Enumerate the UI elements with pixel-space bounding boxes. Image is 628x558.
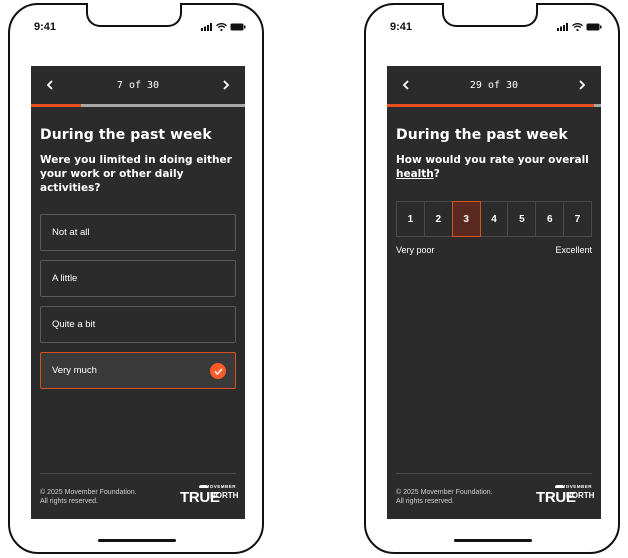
answer-option-label: Not at all <box>52 227 90 238</box>
battery-icon <box>586 23 602 31</box>
question-prefix: How would you rate your overall <box>396 154 589 166</box>
chevron-left-icon <box>402 80 409 90</box>
question-counter: 7 of 30 <box>116 79 160 91</box>
progress-fill <box>387 104 594 107</box>
scale-min-label: Very poor <box>396 245 435 255</box>
battery-icon <box>230 23 246 31</box>
rating-option[interactable]: 6 <box>535 201 565 237</box>
status-time: 9:41 <box>390 21 413 33</box>
checkmark-icon <box>210 363 226 379</box>
question-suffix: ? <box>433 168 440 180</box>
copyright-line: All rights reserved. <box>40 498 98 505</box>
survey-screen: 29 of 30 During the past week How would … <box>387 66 601 519</box>
rating-option[interactable]: 2 <box>423 201 453 237</box>
question-counter: 29 of 30 <box>469 79 519 91</box>
chevron-right-icon <box>579 80 586 90</box>
question-text: How would you rate your overall health? <box>396 153 592 181</box>
copyright-line: © 2025 Movember Foundation. <box>40 489 137 496</box>
phone-notch <box>86 3 182 27</box>
progress-fill <box>31 104 81 107</box>
status-time: 9:41 <box>34 21 57 33</box>
rating-scale: 1 2 3 4 5 6 7 <box>396 201 593 237</box>
question-nav: 29 of 30 <box>387 66 601 104</box>
rating-option[interactable]: 5 <box>507 201 537 237</box>
answer-option[interactable]: Quite a bit <box>40 306 236 343</box>
answer-option-label: Very much <box>52 365 97 376</box>
wifi-icon <box>216 23 227 31</box>
status-icons <box>557 21 602 33</box>
home-indicator <box>454 539 532 542</box>
chevron-right-icon <box>223 80 230 90</box>
footer: © 2025 Movember Foundation. All rights r… <box>396 473 594 506</box>
question-nav: 7 of 30 <box>31 66 245 104</box>
answer-option-label: A little <box>52 273 78 284</box>
footer: © 2025 Movember Foundation. All rights r… <box>40 473 238 506</box>
health-link[interactable]: health <box>396 168 434 180</box>
scale-max-label: Excellent <box>555 245 592 255</box>
progress-bar <box>387 104 601 107</box>
next-question-button[interactable] <box>211 66 241 104</box>
next-question-button[interactable] <box>567 66 597 104</box>
answer-option-selected[interactable]: Very much <box>40 352 236 389</box>
survey-screen: 7 of 30 During the past week Were you li… <box>31 66 245 519</box>
copyright: © 2025 Movember Foundation. All rights r… <box>40 488 137 506</box>
chevron-left-icon <box>46 80 53 90</box>
copyright-line: © 2025 Movember Foundation. <box>396 489 493 496</box>
wifi-icon <box>572 23 583 31</box>
signal-icon <box>201 23 212 31</box>
section-heading: During the past week <box>40 127 212 143</box>
answer-options: Not at all A little Quite a bit Very muc… <box>40 214 236 389</box>
question-text: Were you limited in doing either your wo… <box>40 154 232 194</box>
brand-logo: MOVEMBER TRUE NORTH <box>180 484 239 508</box>
rating-option[interactable]: 1 <box>396 201 425 237</box>
rating-option-selected[interactable]: 3 <box>451 201 481 237</box>
prev-question-button[interactable] <box>391 66 421 104</box>
brand-logo: MOVEMBER TRUE NORTH <box>536 484 595 508</box>
answer-option-label: Quite a bit <box>52 319 96 330</box>
rating-option[interactable]: 7 <box>563 201 593 237</box>
brand-secondary-text: NORTH <box>210 491 239 500</box>
status-icons <box>201 21 246 33</box>
phone-right: 9:41 29 of 30 During the past week How w… <box>364 3 620 554</box>
phone-notch <box>442 3 538 27</box>
brand-secondary-text: NORTH <box>566 491 595 500</box>
progress-bar <box>31 104 245 107</box>
rating-option[interactable]: 4 <box>479 201 509 237</box>
prev-question-button[interactable] <box>35 66 65 104</box>
phone-left: 9:41 7 of 30 During the past week Were y… <box>8 3 264 554</box>
scale-labels: Very poor Excellent <box>396 245 592 255</box>
section-heading: During the past week <box>396 127 568 143</box>
home-indicator <box>98 539 176 542</box>
copyright-line: All rights reserved. <box>396 498 454 505</box>
answer-option[interactable]: Not at all <box>40 214 236 251</box>
copyright: © 2025 Movember Foundation. All rights r… <box>396 488 493 506</box>
signal-icon <box>557 23 568 31</box>
answer-option[interactable]: A little <box>40 260 236 297</box>
